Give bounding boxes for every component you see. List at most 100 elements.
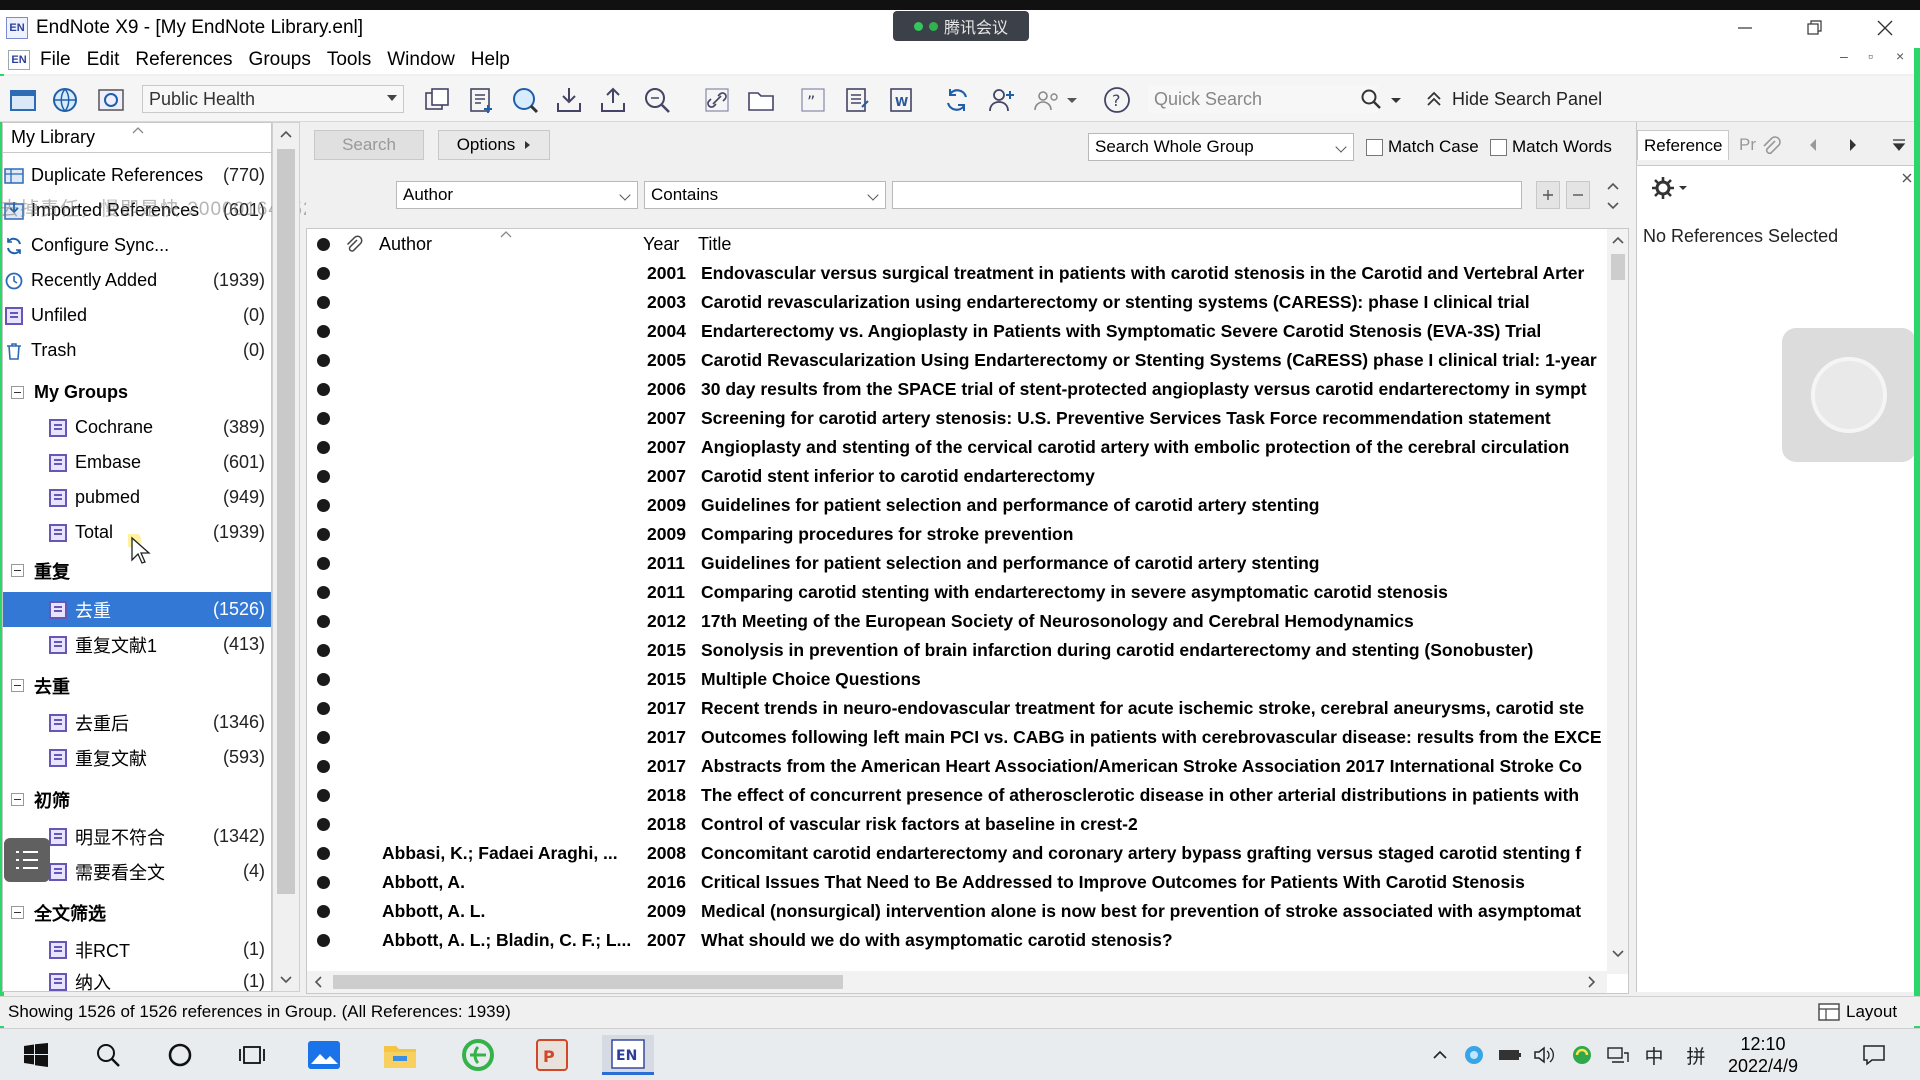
group-set-initial-screening[interactable]: 初筛 <box>3 782 271 817</box>
collapse-toggle-icon[interactable] <box>11 679 24 692</box>
column-header-author[interactable]: Author <box>379 234 432 255</box>
sidebar-item-configure-sync[interactable]: Configure Sync... <box>3 228 271 263</box>
group-set-full-text-screening[interactable]: 全文筛选 <box>3 895 271 930</box>
reference-row[interactable]: Abbasi, K.; Fadaei Araghi, ... 2008 Concom… <box>307 839 1607 868</box>
feedback-button[interactable] <box>1030 83 1064 117</box>
search-button[interactable]: Search <box>314 130 424 160</box>
scroll-up-icon[interactable] <box>279 129 293 139</box>
collapse-toggle-icon[interactable] <box>11 564 24 577</box>
scroll-down-icon[interactable] <box>279 975 293 985</box>
reference-list-vscroll-thumb[interactable] <box>1611 254 1625 280</box>
collapse-toggle-icon[interactable] <box>11 386 24 399</box>
tray-overflow-button[interactable] <box>1426 1039 1454 1071</box>
group-set-dedup[interactable]: 去重 <box>3 668 271 703</box>
open-link-button[interactable] <box>700 83 734 117</box>
menu-file[interactable]: File <box>32 49 79 71</box>
sidebar-item-unfiled[interactable]: Unfiled (0) <box>3 298 271 333</box>
reference-row[interactable]: 2012 17th Meeting of the European Society… <box>307 607 1607 636</box>
local-library-mode-button[interactable] <box>6 83 40 117</box>
document-icon[interactable]: EN <box>8 50 30 70</box>
doc-minimize-button[interactable]: – <box>1840 48 1848 64</box>
menu-references[interactable]: References <box>127 49 240 71</box>
insert-citation-button[interactable]: ” <box>796 83 830 117</box>
layout-button[interactable]: Layout <box>1818 1000 1897 1024</box>
import-button[interactable] <box>552 83 586 117</box>
menu-window[interactable]: Window <box>379 49 463 71</box>
search-value-input[interactable] <box>892 181 1522 209</box>
search-scope-select[interactable]: Search Whole Group <box>1088 133 1354 161</box>
doc-close-button[interactable]: × <box>1896 48 1904 64</box>
options-button[interactable]: Options <box>438 130 550 160</box>
go-to-word-button[interactable]: W <box>884 83 918 117</box>
taskbar-clock[interactable]: 12:10 2022/4/9 <box>1708 1033 1818 1077</box>
sidebar-scrollbar[interactable] <box>272 122 300 992</box>
menu-groups[interactable]: Groups <box>241 49 319 71</box>
group-item-dedup-selected[interactable]: 去重 (1526) <box>3 592 271 627</box>
match-case-checkbox[interactable]: Match Case <box>1366 136 1479 158</box>
recording-widget[interactable] <box>1782 328 1916 462</box>
taskbar-file-explorer[interactable] <box>374 1035 426 1075</box>
group-item-non-rct[interactable]: 非RCT (1) <box>3 932 271 967</box>
online-search-button[interactable] <box>508 83 542 117</box>
group-item-duplicate-refs-1[interactable]: 重复文献1 (413) <box>3 627 271 662</box>
open-file-button[interactable] <box>744 83 778 117</box>
previous-arrow-icon[interactable] <box>1807 138 1819 152</box>
sync-button[interactable] <box>940 83 974 117</box>
reference-row[interactable]: 2001 Endovascular versus surgical treatme… <box>307 259 1607 288</box>
reference-row[interactable]: Abbott, A. L. 2009 Medical (nonsurgical) i… <box>307 897 1607 926</box>
reference-list-hscrollbar[interactable] <box>307 971 1607 993</box>
reference-row[interactable]: 2007 Screening for carotid artery stenosi… <box>307 404 1607 433</box>
panel-menu-icon[interactable] <box>1891 138 1907 152</box>
scroll-down-icon[interactable] <box>1611 949 1625 959</box>
task-view-button[interactable] <box>226 1035 278 1075</box>
reference-row[interactable]: 2015 Multiple Choice Questions <box>307 665 1607 694</box>
reference-row[interactable]: 2015 Sonolysis in prevention of brain inf… <box>307 636 1607 665</box>
action-center-button[interactable] <box>1856 1039 1892 1071</box>
copy-to-library-button[interactable] <box>420 83 454 117</box>
search-operator-select[interactable]: Contains <box>644 181 886 209</box>
tray-network[interactable] <box>1604 1039 1632 1071</box>
quick-search-options-dropdown[interactable] <box>1388 90 1404 110</box>
reference-row[interactable]: Abbott, A. 2016 Critical Issues That Need … <box>307 868 1607 897</box>
group-item-embase[interactable]: Embase (601) <box>3 445 271 480</box>
share-library-button[interactable] <box>984 83 1018 117</box>
match-words-checkbox[interactable]: Match Words <box>1490 136 1612 158</box>
taskbar-search-button[interactable] <box>82 1035 134 1075</box>
doc-restore-button[interactable]: ▫ <box>1868 48 1873 64</box>
feedback-dropdown[interactable] <box>1062 83 1082 117</box>
minimize-button[interactable] <box>1710 10 1780 46</box>
reference-row[interactable]: 2004 Endarterectomy vs. Angioplasty in Pa… <box>307 317 1607 346</box>
reference-row[interactable]: Abbott, A. L.; Bladin, C. F.; L... 2007 Wh… <box>307 926 1607 955</box>
reference-row[interactable]: 2018 Control of vascular risk factors at … <box>307 810 1607 839</box>
help-button[interactable]: ? <box>1100 83 1134 117</box>
export-button[interactable] <box>596 83 630 117</box>
taskbar-browser[interactable] <box>452 1035 504 1075</box>
group-set-my-groups[interactable]: My Groups <box>3 375 271 410</box>
menu-tools[interactable]: Tools <box>319 49 379 71</box>
tray-app-2[interactable] <box>1568 1039 1596 1071</box>
read-status-column-icon[interactable] <box>317 238 330 251</box>
menu-help[interactable]: Help <box>463 49 518 71</box>
reference-row[interactable]: 2017 Abstracts from the American Heart As… <box>307 752 1607 781</box>
reference-row[interactable]: 2005 Carotid Revascularization Using Enda… <box>307 346 1607 375</box>
reference-row[interactable]: 2007 Carotid stent inferior to carotid en… <box>307 462 1607 491</box>
panel-settings-button[interactable] <box>1649 174 1689 211</box>
reference-row[interactable]: 2003 Carotid revascularization using enda… <box>307 288 1607 317</box>
checkbox-box[interactable] <box>1366 138 1383 156</box>
integrated-library-button[interactable] <box>94 83 128 117</box>
online-search-mode-button[interactable] <box>48 83 82 117</box>
sidebar-item-duplicate-references[interactable]: Duplicate References (770) <box>3 158 271 193</box>
format-bibliography-button[interactable] <box>840 83 874 117</box>
sidebar-item-trash[interactable]: Trash (0) <box>3 333 271 368</box>
reference-row[interactable]: 2017 Recent trends in neuro-endovascular … <box>307 694 1607 723</box>
scroll-up-icon[interactable] <box>1611 235 1625 245</box>
collapse-toggle-icon[interactable] <box>11 793 24 806</box>
checkbox-box[interactable] <box>1490 138 1507 156</box>
cortana-button[interactable] <box>154 1035 206 1075</box>
reference-row[interactable]: 2007 Angioplasty and stenting of the cerv… <box>307 433 1607 462</box>
find-full-text-button[interactable] <box>640 83 674 117</box>
add-search-row-button[interactable] <box>1536 181 1560 209</box>
floating-menu-button[interactable] <box>4 838 50 882</box>
ime-mode-indicator[interactable]: 拼 <box>1682 1039 1710 1071</box>
reference-row[interactable]: 2009 Guidelines for patient selection and… <box>307 491 1607 520</box>
